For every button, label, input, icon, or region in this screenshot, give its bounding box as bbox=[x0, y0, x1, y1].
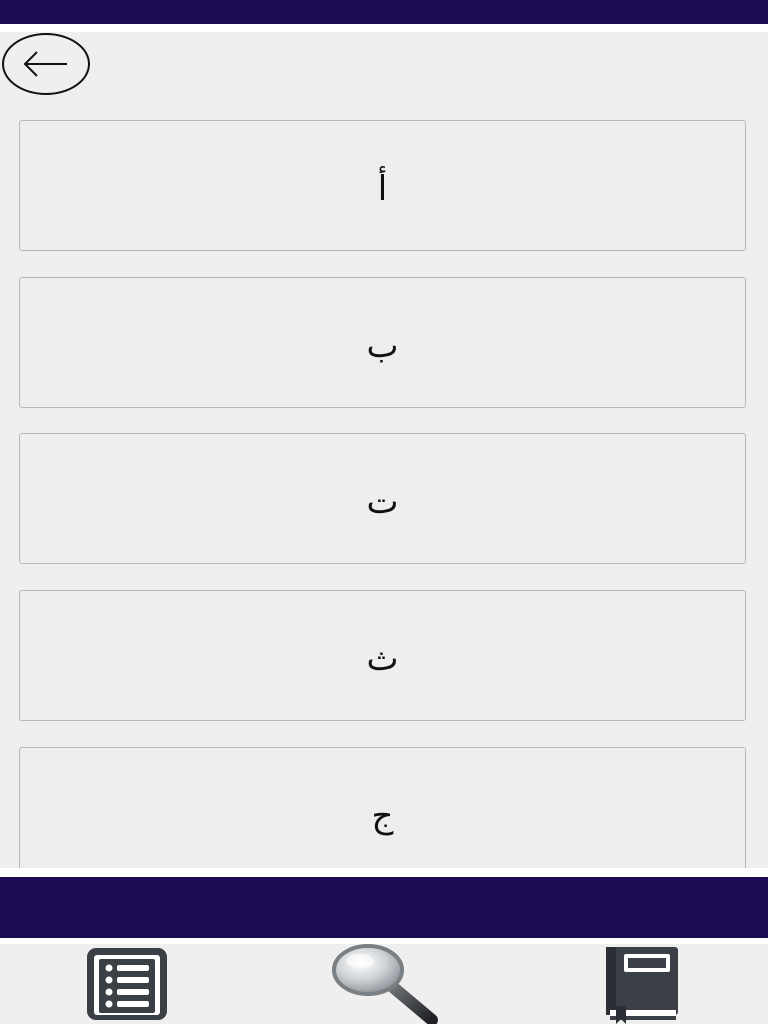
letter-label: ب bbox=[366, 325, 399, 366]
top-divider bbox=[0, 24, 768, 32]
letter-item-alif[interactable]: أ bbox=[19, 120, 746, 251]
letter-label: ت bbox=[366, 481, 399, 522]
magnifier-icon bbox=[332, 944, 438, 1024]
letter-list[interactable]: أ ب ت ث ج bbox=[0, 32, 768, 868]
arrow-left-icon bbox=[23, 51, 67, 77]
letter-label: ج bbox=[371, 795, 394, 836]
letter-item-ta[interactable]: ت bbox=[19, 433, 746, 564]
letter-label: ث bbox=[366, 638, 399, 679]
bottom-divider-top bbox=[0, 868, 768, 877]
letter-item-jim[interactable]: ج bbox=[19, 747, 746, 868]
tab-bar bbox=[0, 944, 768, 1024]
letter-label: أ bbox=[377, 168, 388, 209]
list-icon bbox=[87, 948, 167, 1020]
bottom-bar bbox=[0, 877, 768, 938]
letter-item-ba[interactable]: ب bbox=[19, 277, 746, 408]
tab-search[interactable] bbox=[326, 944, 442, 1024]
letter-item-tha[interactable]: ث bbox=[19, 590, 746, 721]
top-bar bbox=[0, 0, 768, 24]
tab-book[interactable] bbox=[600, 944, 682, 1024]
book-icon bbox=[606, 947, 678, 1024]
tab-list[interactable] bbox=[80, 944, 174, 1024]
back-button[interactable] bbox=[2, 33, 90, 95]
